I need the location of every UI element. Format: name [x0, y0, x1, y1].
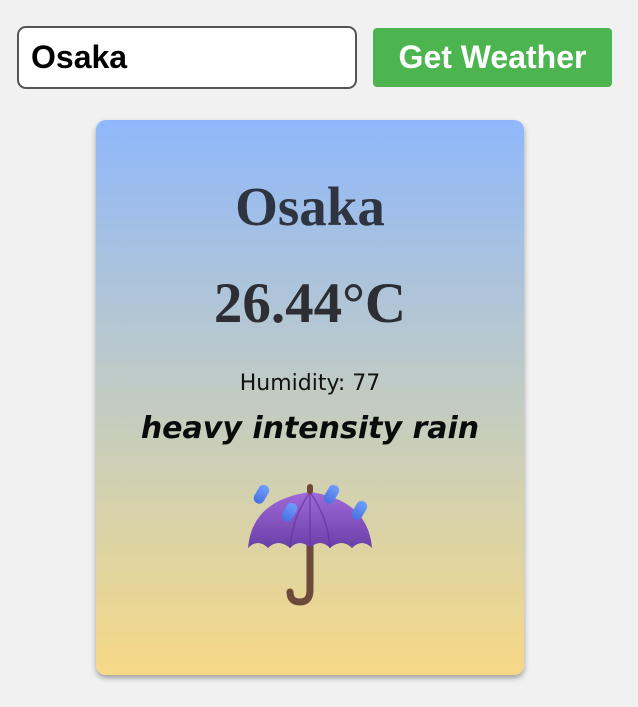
weather-description: heavy intensity rain	[140, 411, 480, 446]
weather-card: Osaka 26.44°C Humidity: 77 heavy intensi…	[96, 120, 524, 675]
umbrella-with-rain-icon	[248, 484, 372, 606]
temperature: 26.44°C	[213, 272, 407, 335]
get-weather-button[interactable]: Get Weather	[373, 28, 612, 87]
search-bar: Get Weather	[17, 26, 612, 89]
humidity: Humidity: 77	[239, 371, 381, 396]
city-name: Osaka	[235, 176, 385, 237]
city-input[interactable]	[17, 26, 357, 89]
